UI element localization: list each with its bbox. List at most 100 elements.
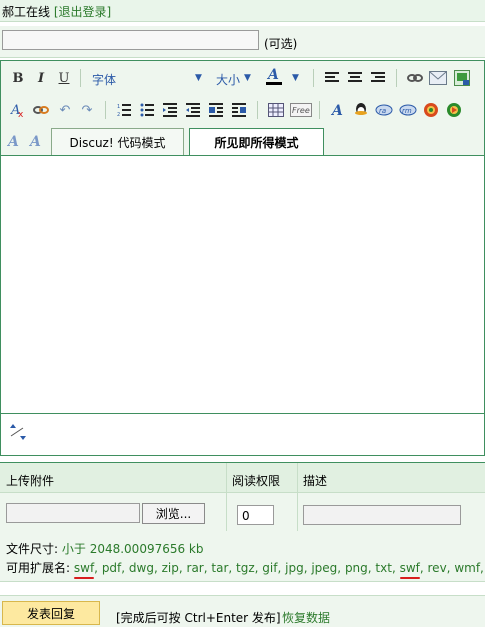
table-icon[interactable] [267,101,285,119]
subject-hint: (可选) [264,37,298,51]
permission-column-label: 阅读权限 [232,474,281,488]
svg-text:1: 1 [117,104,120,110]
unordered-list-icon[interactable] [138,101,156,119]
extension-item: gif [262,561,278,575]
toolbar-row-2: Ax ↶ ↷ 12 Free A ra rm [1,97,484,123]
extension-item: wmf [454,561,481,575]
file-size-label: 文件尺寸: [6,542,59,556]
extensions-label: 可用扩展名: [6,561,71,575]
svg-text:A: A [266,67,279,83]
attachment-section: 上传附件 阅读权限 描述 浏览... 0 [0,462,485,532]
qq-icon[interactable] [352,101,370,119]
image-icon[interactable] [453,69,471,87]
email-icon[interactable] [429,69,447,87]
file-path-input[interactable] [6,503,140,523]
svg-text:2: 2 [117,112,120,117]
column-divider [297,463,298,531]
toolbar-divider [319,101,320,119]
extension-item: rar [186,561,204,575]
size-select[interactable]: 大小 [216,71,240,88]
logout-link[interactable]: [退出登录] [54,5,111,19]
ordered-list-icon[interactable]: 12 [115,101,133,119]
extension-item: jpeg [311,561,338,575]
ra-icon[interactable]: ra [375,101,393,119]
rm-icon[interactable]: rm [399,101,417,119]
unlink-icon[interactable] [32,101,50,119]
browse-button[interactable]: 浏览... [142,503,205,524]
align-left-icon[interactable] [323,69,341,87]
svg-text:x: x [18,110,24,118]
toolbar-divider [105,101,106,119]
toolbar-divider [257,101,258,119]
user-bar: 郝工在线 [退出登录] [0,0,485,22]
float-left-icon[interactable] [207,101,225,119]
submit-reply-button[interactable]: 发表回复 [2,601,100,625]
mode-tabs: A A Discuz! 代码模式 所见即所得模式 [1,125,484,156]
free-icon[interactable]: Free [290,101,312,119]
extension-item: zip [161,561,179,575]
redo-icon[interactable]: ↷ [78,101,96,119]
extension-item: tgz [236,561,255,575]
upload-column-label: 上传附件 [6,474,55,488]
subject-row: (可选) [0,26,485,58]
file-size-line: 文件尺寸: 小于 2048.00097656 kb [6,540,204,557]
chevron-down-icon[interactable]: ▼ [244,73,251,83]
editor-footer [1,413,484,455]
svg-text:ra: ra [379,107,386,115]
description-input[interactable] [303,505,461,525]
read-permission-input[interactable]: 0 [237,505,274,525]
undo-icon[interactable]: ↶ [56,101,74,119]
file-size-value: 小于 2048.00097656 kb [61,542,204,556]
align-right-icon[interactable] [369,69,387,87]
font-a-icon[interactable]: A [27,132,45,150]
extension-item: dwg [128,561,154,575]
italic-icon[interactable]: I [32,69,50,87]
chevron-down-icon[interactable]: ▼ [292,73,299,83]
description-column-label: 描述 [303,474,328,488]
chevron-down-icon[interactable]: ▼ [195,73,202,83]
font-a-icon[interactable]: A [5,132,23,150]
font-select[interactable]: 字体 [92,71,116,88]
editor-content-area[interactable] [1,155,484,413]
underline-icon[interactable]: U [55,69,73,87]
resize-editor-icon[interactable] [9,422,27,442]
toolbar-divider [313,69,314,87]
extension-item: txt [375,561,392,575]
tab-label: 所见即所得模式 [214,136,299,150]
font-select-label: 字体 [92,73,117,87]
username[interactable]: 郝工在线 [2,5,50,19]
indent-icon[interactable] [184,101,202,119]
outdent-icon[interactable] [161,101,179,119]
link-icon[interactable] [406,69,424,87]
submit-hint: [完成后可按 Ctrl+Enter 发布] [116,611,281,625]
svg-text:A: A [330,103,343,118]
svg-text:A: A [6,134,19,149]
tab-wysiwyg-mode[interactable]: 所见即所得模式 [189,128,324,156]
remove-format-icon[interactable]: Ax [9,101,27,119]
font-size-a-icon[interactable]: A [329,101,347,119]
extension-item: swf [399,561,420,575]
extensions-line: 可用扩展名: swf, pdf, dwg, zip, rar, tar, tgz… [6,559,485,576]
tab-discuz-code-mode[interactable]: Discuz! 代码模式 [51,128,184,155]
extension-item: swf [73,561,95,575]
font-color-icon[interactable]: A [265,67,283,85]
extension-item: tar [211,561,229,575]
column-divider [226,463,227,531]
float-right-icon[interactable] [230,101,248,119]
svg-text:rm: rm [402,107,412,115]
subject-input[interactable] [2,30,259,50]
restore-data-link[interactable]: 恢复数据 [282,609,330,626]
bold-icon[interactable]: B [9,69,27,87]
upload-info: 文件尺寸: 小于 2048.00097656 kb 可用扩展名: swf, pd… [0,532,485,582]
toolbar-row-1: B I U 字体 ▼ 大小 ▼ A ▼ [1,65,484,91]
extension-item: png [344,561,368,575]
rich-text-editor: B I U 字体 ▼ 大小 ▼ A ▼ A x ↶ ↷ 1 2 Free A r… [0,60,485,456]
tab-label: Discuz! 代码模式 [69,135,166,150]
media-icon[interactable] [445,101,463,119]
extension-item: rev [427,561,447,575]
align-center-icon[interactable] [346,69,364,87]
flash-icon[interactable] [422,101,440,119]
extension-item: jpg [285,561,304,575]
toolbar-divider [80,69,81,87]
extension-item: pdf [101,561,122,575]
